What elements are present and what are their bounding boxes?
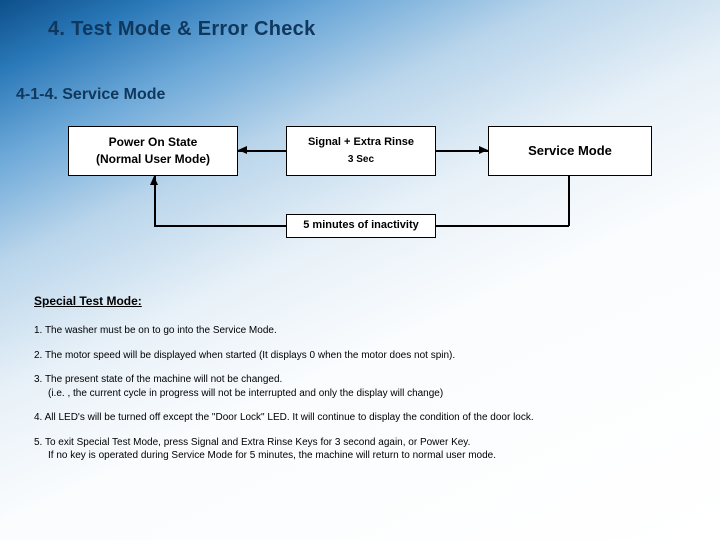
instruction-text: 1. The washer must be on to go into the … xyxy=(34,324,694,338)
instructions-list: 1. The washer must be on to go into the … xyxy=(34,324,694,474)
arrow-head-up-icon xyxy=(150,176,158,185)
arrow-head-right-icon xyxy=(479,146,488,154)
diagram-text: Signal + Extra Rinse xyxy=(308,135,414,150)
page-title: 4. Test Mode & Error Check xyxy=(48,18,316,41)
special-test-heading: Special Test Mode: xyxy=(34,294,142,308)
instruction-text: 5. To exit Special Test Mode, press Sign… xyxy=(34,436,694,450)
arrow-line xyxy=(568,176,570,226)
instruction-text: 2. The motor speed will be displayed whe… xyxy=(34,349,694,363)
diagram-text: Power On State xyxy=(109,134,198,151)
list-item: 1. The washer must be on to go into the … xyxy=(34,324,694,338)
diagram-text: 5 minutes of inactivity xyxy=(303,218,419,233)
list-item: 4. All LED's will be turned off except t… xyxy=(34,411,694,425)
instruction-text: 3. The present state of the machine will… xyxy=(34,373,694,387)
list-item: 5. To exit Special Test Mode, press Sign… xyxy=(34,436,694,463)
arrow-line xyxy=(436,225,569,227)
diagram-text: (Normal User Mode) xyxy=(96,151,210,168)
diagram-box-power-on: Power On State (Normal User Mode) xyxy=(68,126,238,176)
instruction-text: 4. All LED's will be turned off except t… xyxy=(34,411,694,425)
section-subtitle: 4-1-4. Service Mode xyxy=(16,86,165,104)
instruction-text: (i.e. , the current cycle in progress wi… xyxy=(34,387,694,401)
diagram-box-inactivity: 5 minutes of inactivity xyxy=(286,214,436,238)
arrow-line xyxy=(154,225,286,227)
service-mode-diagram: Power On State (Normal User Mode) Signal… xyxy=(68,126,652,246)
diagram-box-signal: Signal + Extra Rinse 3 Sec xyxy=(286,126,436,176)
instruction-text: If no key is operated during Service Mod… xyxy=(34,449,694,463)
diagram-text: 3 Sec xyxy=(348,153,374,167)
list-item: 2. The motor speed will be displayed whe… xyxy=(34,349,694,363)
list-item: 3. The present state of the machine will… xyxy=(34,373,694,400)
diagram-box-service-mode: Service Mode xyxy=(488,126,652,176)
diagram-text: Service Mode xyxy=(528,142,612,160)
arrow-head-left-icon xyxy=(238,146,247,154)
